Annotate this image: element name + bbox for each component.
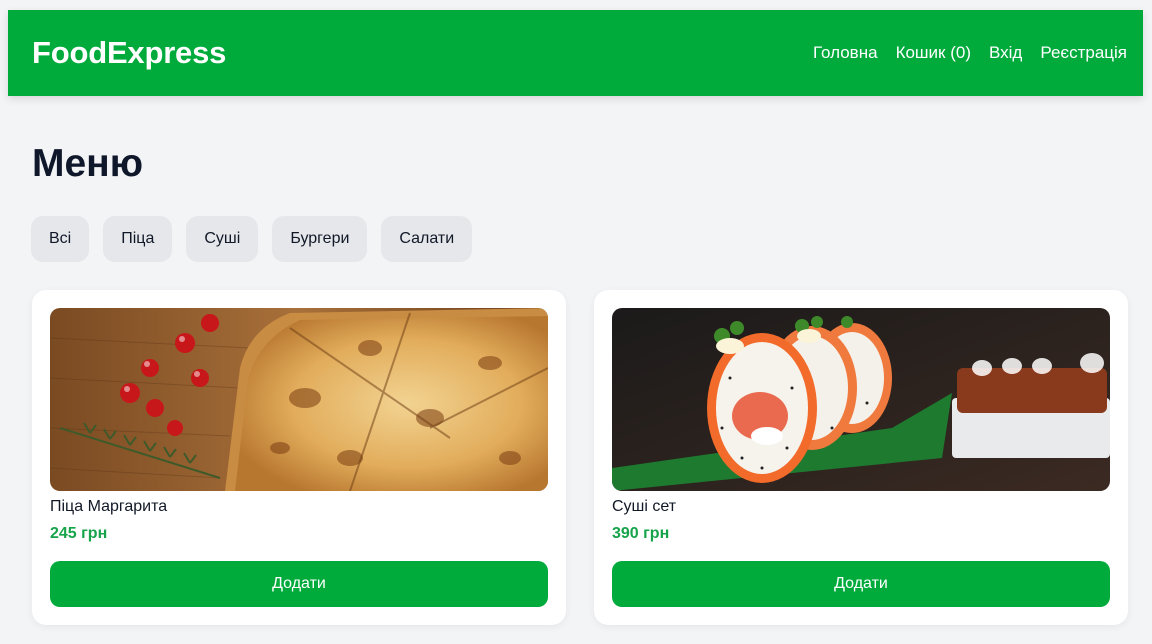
- filter-salads-button[interactable]: Салати: [381, 216, 473, 262]
- page-title: Меню: [32, 142, 144, 185]
- filter-all-button[interactable]: Всі: [31, 216, 90, 262]
- filter-pizza-button[interactable]: Піца: [103, 216, 173, 262]
- pizza-photo: [50, 308, 548, 491]
- product-grid: Піца Маргарита 245 грн Додати Суші сет 3…: [32, 290, 1128, 625]
- product-name: Піца Маргарита: [50, 498, 168, 515]
- nav-link-home[interactable]: Головна: [813, 43, 878, 63]
- product-name: Суші сет: [612, 498, 677, 515]
- add-to-cart-button[interactable]: Додати: [50, 561, 548, 607]
- filter-sushi-button[interactable]: Суші: [186, 216, 259, 262]
- category-filters: Всі Піца Суші Бургери Салати: [31, 216, 473, 262]
- sushi-photo: [612, 308, 1110, 491]
- product-card-sushi: Суші сет 390 грн Додати: [594, 290, 1128, 625]
- product-card-pizza: Піца Маргарита 245 грн Додати: [32, 290, 566, 625]
- nav-links: Головна Кошик (0) Вхід Реєстрація: [813, 43, 1127, 63]
- navbar: FoodExpress Головна Кошик (0) Вхід Реєст…: [8, 10, 1143, 96]
- add-to-cart-button[interactable]: Додати: [612, 561, 1110, 607]
- product-price: 245 грн: [50, 525, 108, 542]
- nav-link-register[interactable]: Реєстрація: [1040, 43, 1127, 63]
- nav-link-login[interactable]: Вхід: [989, 43, 1022, 63]
- filter-burgers-button[interactable]: Бургери: [272, 216, 368, 262]
- product-price: 390 грн: [612, 525, 670, 542]
- nav-link-cart[interactable]: Кошик (0): [896, 43, 971, 63]
- brand-logo[interactable]: FoodExpress: [32, 35, 226, 71]
